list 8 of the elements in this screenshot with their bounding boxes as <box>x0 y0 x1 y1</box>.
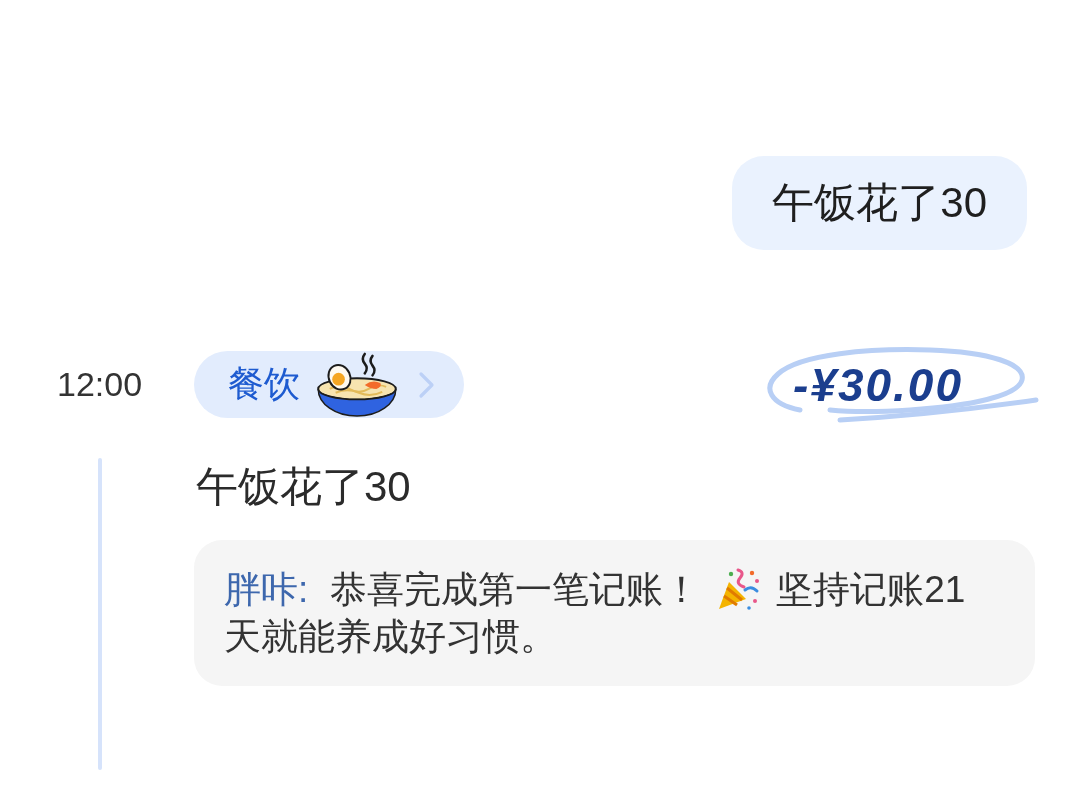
comment-text: 胖咔: 恭喜完成第一笔记账！ 坚持记账21天就能养成好习惯。 <box>224 566 967 659</box>
noodle-bowl-icon <box>316 351 399 418</box>
party-popper-icon <box>716 567 761 611</box>
entry-time: 12:00 <box>57 365 143 404</box>
category-button[interactable]: 餐饮 <box>194 351 465 418</box>
user-message-bubble: 午饭花了30 <box>732 156 1027 250</box>
amount-text: -¥30.00 <box>793 357 963 413</box>
note-text: 午饭花了30 <box>195 462 411 512</box>
